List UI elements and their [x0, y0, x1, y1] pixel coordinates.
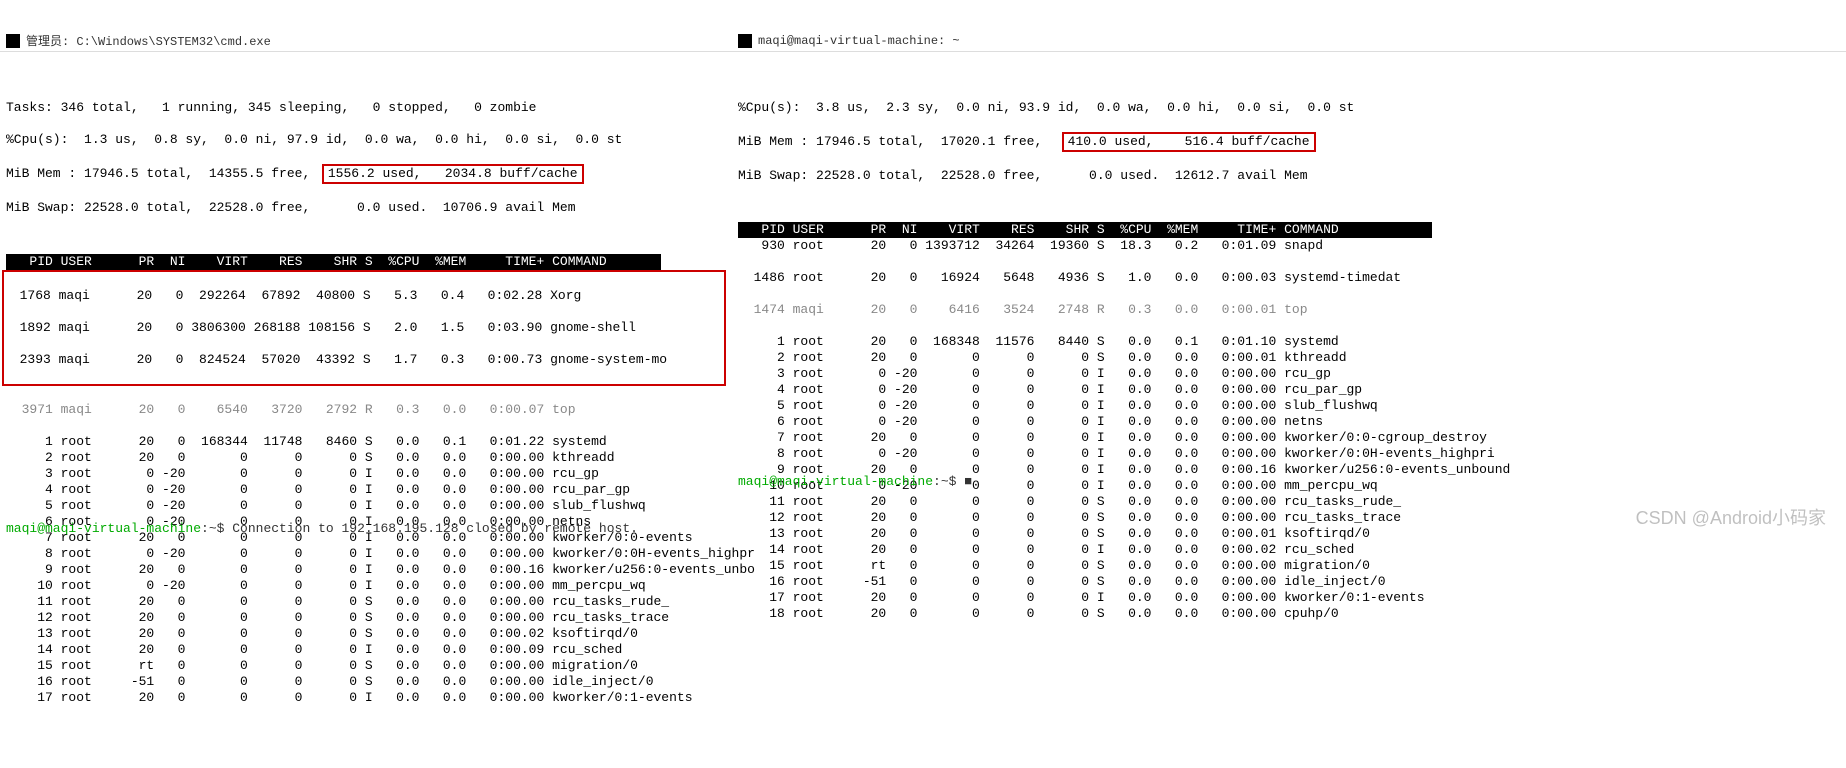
right-term-body[interactable]: %Cpu(s): 3.8 us, 2.3 sy, 0.0 ni, 93.9 id… — [732, 82, 1846, 670]
cpu-line: %Cpu(s): 1.3 us, 0.8 sy, 0.0 ni, 97.9 id… — [6, 132, 726, 148]
mem-line: MiB Mem : 17946.5 total, 17020.1 free, 4… — [738, 132, 1840, 152]
process-row: 9 root 20 0 0 0 0 I 0.0 0.0 0:00.16 kwor… — [6, 562, 726, 578]
process-row: 15 root rt 0 0 0 0 S 0.0 0.0 0:00.00 mig… — [738, 558, 1840, 574]
process-row: 17 root 20 0 0 0 0 I 0.0 0.0 0:00.00 kwo… — [6, 690, 726, 706]
process-row: 16 root -51 0 0 0 0 S 0.0 0.0 0:00.00 id… — [738, 574, 1840, 590]
process-row: 1 root 20 0 168348 11576 8440 S 0.0 0.1 … — [738, 334, 1840, 350]
right-title: maqi@maqi-virtual-machine: ~ — [758, 34, 960, 48]
process-row: 8 root 0 -20 0 0 0 I 0.0 0.0 0:00.00 kwo… — [6, 546, 726, 562]
top-header: PID USER PR NI VIRT RES SHR S %CPU %MEM … — [6, 254, 661, 270]
watermark: CSDN @Android小码家 — [1636, 504, 1826, 530]
swap-line: MiB Swap: 22528.0 total, 22528.0 free, 0… — [738, 168, 1840, 184]
process-row: 12 root 20 0 0 0 0 S 0.0 0.0 0:00.00 rcu… — [6, 610, 726, 626]
process-row: 13 root 20 0 0 0 0 S 0.0 0.0 0:00.02 kso… — [6, 626, 726, 642]
cpu-line: %Cpu(s): 3.8 us, 2.3 sy, 0.0 ni, 93.9 id… — [738, 100, 1840, 116]
process-row: 4 root 0 -20 0 0 0 I 0.0 0.0 0:00.00 rcu… — [6, 482, 726, 498]
process-row-self: 1474 maqi 20 0 6416 3524 2748 R 0.3 0.0 … — [738, 302, 1840, 318]
mem-used-highlight: 1556.2 used, 2034.8 buff/cache — [322, 164, 584, 184]
right-prompt[interactable]: maqi@maqi-virtual-machine:~$ ■ — [738, 474, 972, 490]
cmd-icon — [738, 34, 752, 48]
process-row: 5 root 0 -20 0 0 0 I 0.0 0.0 0:00.00 slu… — [738, 398, 1840, 414]
process-row: 2 root 20 0 0 0 0 S 0.0 0.0 0:00.01 kthr… — [738, 350, 1840, 366]
right-terminal[interactable]: maqi@maqi-virtual-machine: ~ %Cpu(s): 3.… — [732, 0, 1846, 538]
mem-line: MiB Mem : 17946.5 total, 14355.5 free, 1… — [6, 164, 726, 184]
process-row: 15 root rt 0 0 0 0 S 0.0 0.0 0:00.00 mig… — [6, 658, 726, 674]
process-row-self: 3971 maqi 20 0 6540 3720 2792 R 0.3 0.0 … — [6, 402, 726, 418]
cmd-icon — [6, 34, 20, 48]
process-row: 3 root 0 -20 0 0 0 I 0.0 0.0 0:00.00 rcu… — [6, 466, 726, 482]
process-row: 17 root 20 0 0 0 0 I 0.0 0.0 0:00.00 kwo… — [738, 590, 1840, 606]
left-term-body[interactable]: Tasks: 346 total, 1 running, 345 sleepin… — [0, 82, 732, 738]
process-row: 18 root 20 0 0 0 0 S 0.0 0.0 0:00.00 cpu… — [738, 606, 1840, 622]
process-row: 1 root 20 0 168344 11748 8460 S 0.0 0.1 … — [6, 434, 726, 450]
process-row: 930 root 20 0 1393712 34264 19360 S 18.3… — [738, 238, 1840, 254]
process-row: 14 root 20 0 0 0 0 I 0.0 0.0 0:00.02 rcu… — [738, 542, 1840, 558]
process-row: 2393 maqi 20 0 824524 57020 43392 S 1.7 … — [4, 352, 724, 368]
right-titlebar: maqi@maqi-virtual-machine: ~ — [732, 30, 1846, 52]
process-row: 10 root 0 -20 0 0 0 I 0.0 0.0 0:00.00 mm… — [6, 578, 726, 594]
left-title: 管理员: C:\Windows\SYSTEM32\cmd.exe — [26, 32, 271, 49]
left-terminal[interactable]: 管理员: C:\Windows\SYSTEM32\cmd.exe Tasks: … — [0, 0, 732, 538]
process-row: 2 root 20 0 0 0 0 S 0.0 0.0 0:00.00 kthr… — [6, 450, 726, 466]
highlighted-processes: 1768 maqi 20 0 292264 67892 40800 S 5.3 … — [2, 270, 726, 386]
process-row: 6 root 0 -20 0 0 0 I 0.0 0.0 0:00.00 net… — [738, 414, 1840, 430]
process-row: 1768 maqi 20 0 292264 67892 40800 S 5.3 … — [4, 288, 724, 304]
process-row: 14 root 20 0 0 0 0 I 0.0 0.0 0:00.09 rcu… — [6, 642, 726, 658]
swap-line: MiB Swap: 22528.0 total, 22528.0 free, 0… — [6, 200, 726, 216]
process-row: 1892 maqi 20 0 3806300 268188 108156 S 2… — [4, 320, 724, 336]
mem-used-highlight: 410.0 used, 516.4 buff/cache — [1062, 132, 1316, 152]
process-row: 1486 root 20 0 16924 5648 4936 S 1.0 0.0… — [738, 270, 1840, 286]
process-row: 8 root 0 -20 0 0 0 I 0.0 0.0 0:00.00 kwo… — [738, 446, 1840, 462]
left-prompt[interactable]: maqi@maqi-virtual-machine:~$ Connection … — [6, 521, 638, 536]
left-titlebar: 管理员: C:\Windows\SYSTEM32\cmd.exe — [0, 30, 732, 52]
process-row: 4 root 0 -20 0 0 0 I 0.0 0.0 0:00.00 rcu… — [738, 382, 1840, 398]
process-row: 5 root 0 -20 0 0 0 I 0.0 0.0 0:00.00 slu… — [6, 498, 726, 514]
process-row: 11 root 20 0 0 0 0 S 0.0 0.0 0:00.00 rcu… — [6, 594, 726, 610]
tasks-line: Tasks: 346 total, 1 running, 345 sleepin… — [6, 100, 726, 116]
process-row: 3 root 0 -20 0 0 0 I 0.0 0.0 0:00.00 rcu… — [738, 366, 1840, 382]
top-header: PID USER PR NI VIRT RES SHR S %CPU %MEM … — [738, 222, 1432, 238]
process-row: 16 root -51 0 0 0 0 S 0.0 0.0 0:00.00 id… — [6, 674, 726, 690]
process-row: 7 root 20 0 0 0 0 I 0.0 0.0 0:00.00 kwor… — [738, 430, 1840, 446]
